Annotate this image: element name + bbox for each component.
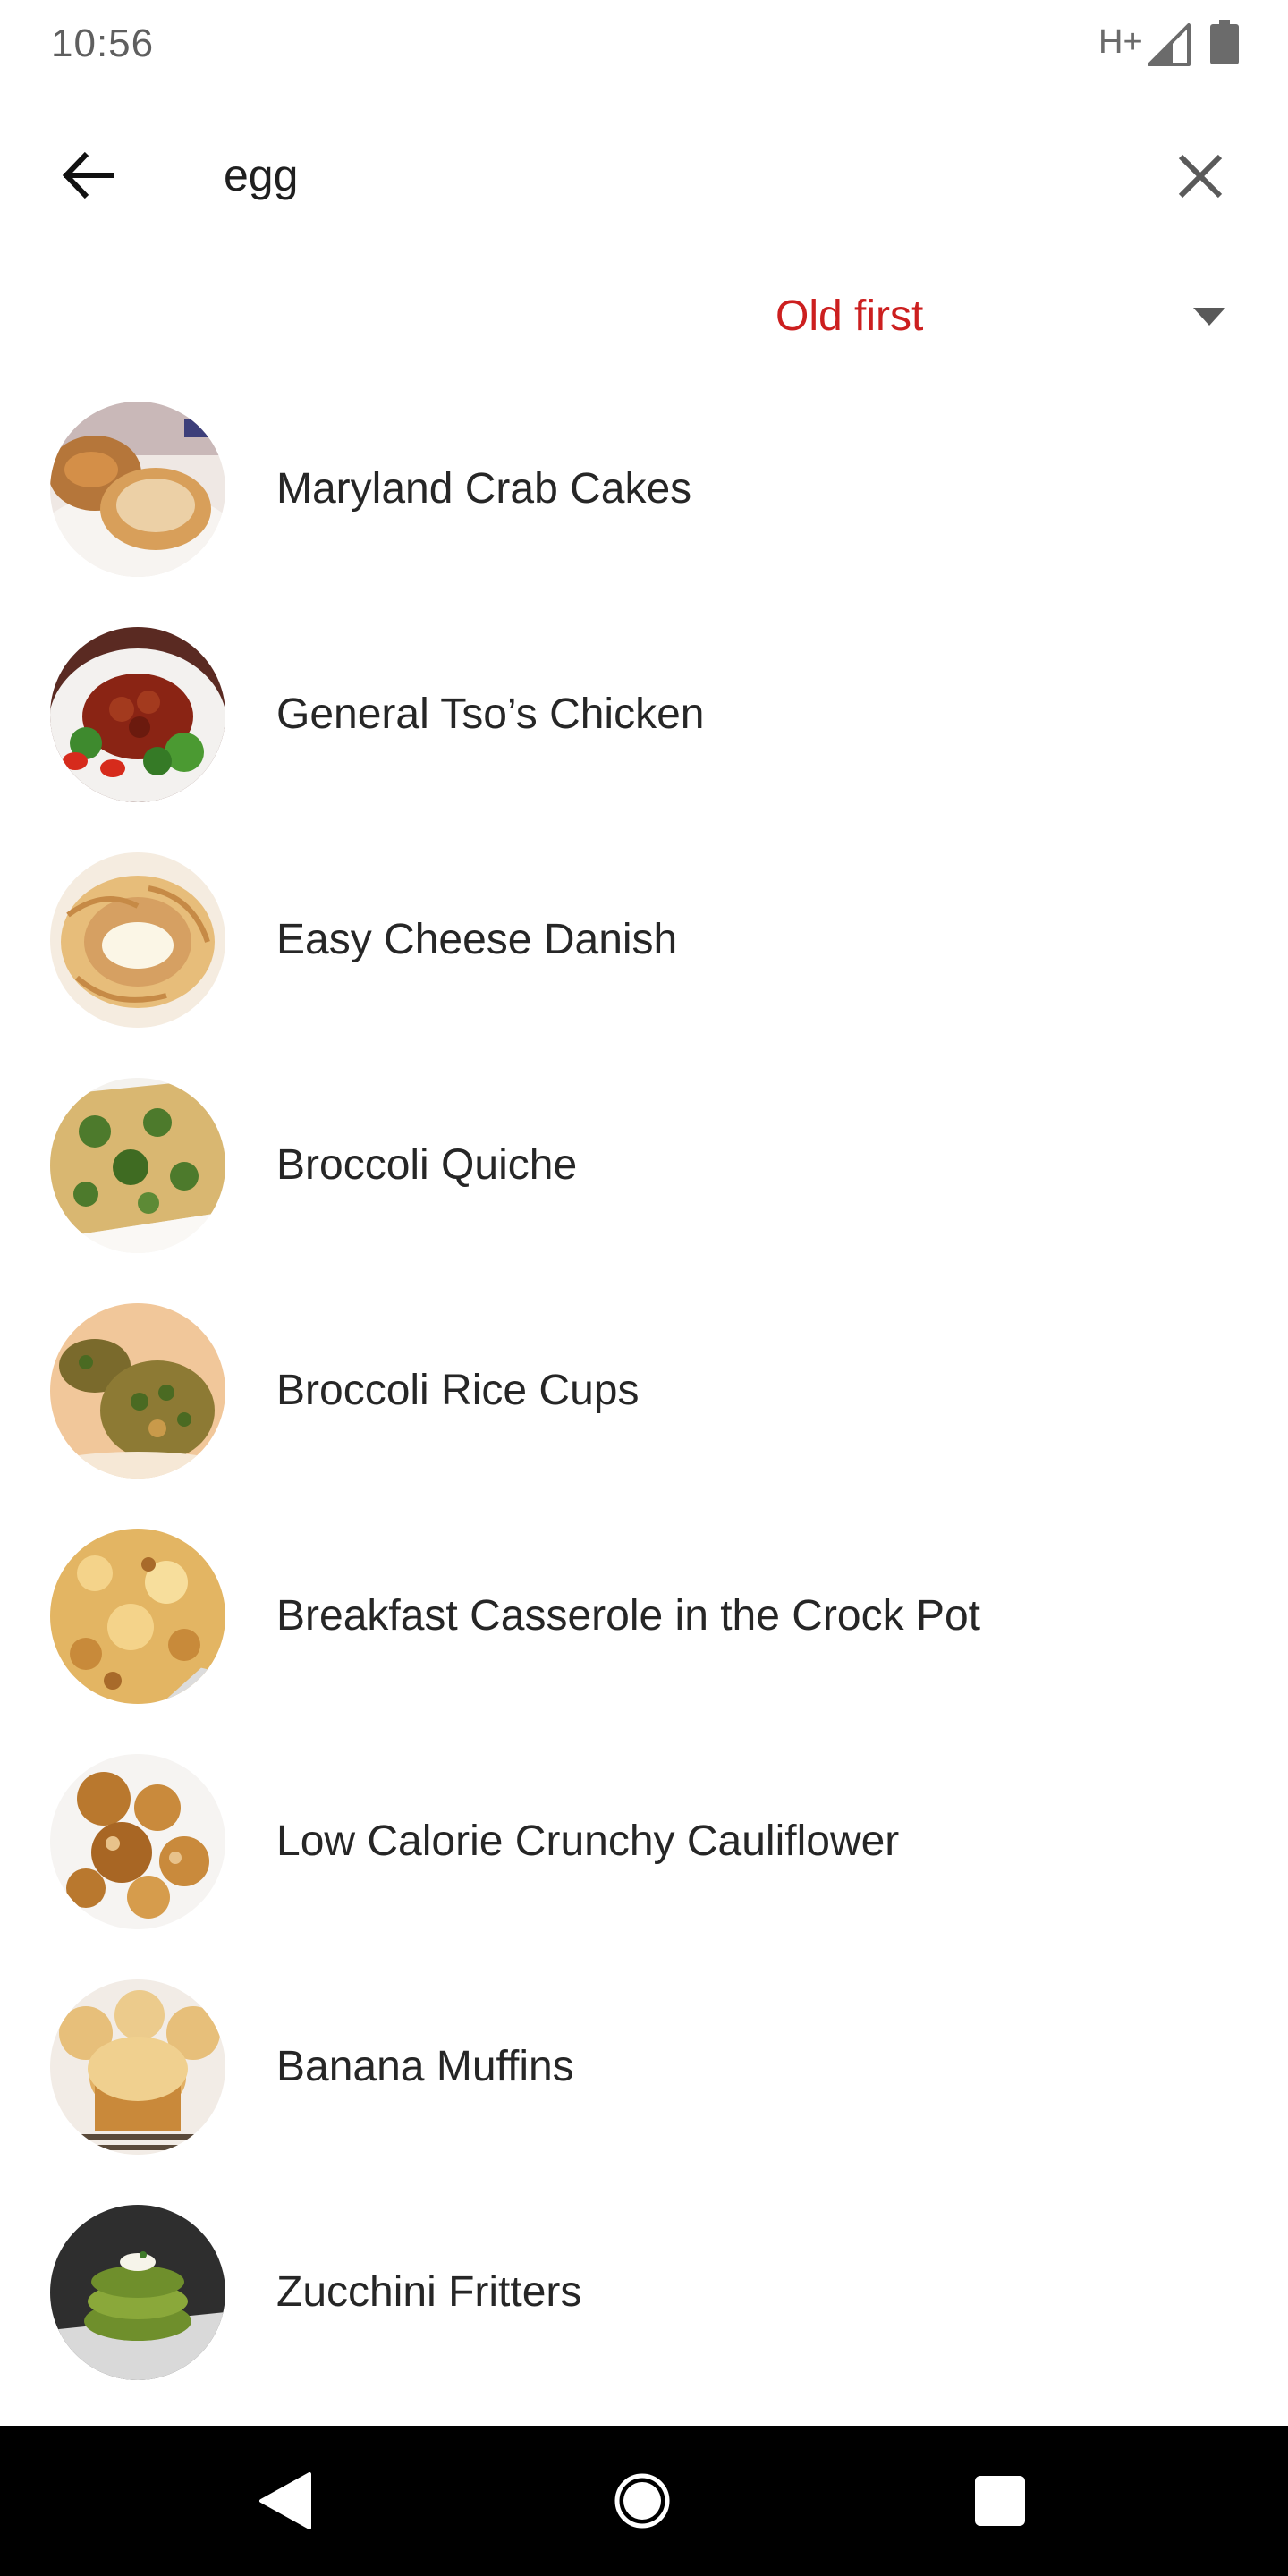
- recipe-thumbnail: [50, 2205, 225, 2380]
- recipe-title: General Tso’s Chicken: [276, 691, 705, 738]
- recipe-title: Low Calorie Crunchy Cauliflower: [276, 1818, 900, 1865]
- recipe-thumbnail: [50, 1529, 225, 1704]
- recipe-list-item[interactable]: General Tso’s Chicken: [0, 606, 1288, 831]
- triangle-down-icon: [1193, 308, 1225, 326]
- recipe-thumbnail: [50, 1303, 225, 1479]
- arrow-left-icon: [62, 151, 114, 199]
- status-bar: 10:56 H+: [0, 0, 1288, 89]
- battery-icon: [1210, 20, 1239, 64]
- status-time: 10:56: [51, 21, 155, 65]
- recipe-thumbnail: [50, 1078, 225, 1253]
- sort-selected-label: Old first: [775, 292, 924, 340]
- search-input[interactable]: [224, 141, 1118, 209]
- recipe-title: Banana Muffins: [276, 2043, 574, 2090]
- recipe-thumbnail: [50, 852, 225, 1028]
- recipe-thumbnail: [50, 1754, 225, 1929]
- cell-signal-icon: [1148, 23, 1191, 66]
- clear-search-button[interactable]: [1163, 139, 1238, 214]
- recipe-thumbnail: [50, 402, 225, 577]
- recipe-thumbnail: [50, 1979, 225, 2155]
- nav-recents-square-icon[interactable]: [975, 2476, 1025, 2526]
- recipe-title: Maryland Crab Cakes: [276, 465, 692, 513]
- screen: 10:56 H+ Old first: [0, 0, 1288, 2576]
- back-button[interactable]: [52, 139, 125, 212]
- search-bar: [0, 89, 1288, 259]
- recipe-list-item[interactable]: Breakfast Casserole in the Crock Pot: [0, 1507, 1288, 1733]
- network-type-label: H+: [1098, 23, 1143, 61]
- recipe-title: Broccoli Rice Cups: [276, 1367, 640, 1414]
- recipe-list-item[interactable]: Broccoli Rice Cups: [0, 1282, 1288, 1507]
- recipe-list-item[interactable]: Easy Cheese Danish: [0, 831, 1288, 1056]
- recipe-title: Breakfast Casserole in the Crock Pot: [276, 1592, 981, 1640]
- recipe-list-item[interactable]: Zucchini Fritters: [0, 2183, 1288, 2409]
- recipe-list-item[interactable]: Broccoli Quiche: [0, 1056, 1288, 1282]
- system-nav-bar: [0, 2426, 1288, 2576]
- recipe-title: Zucchini Fritters: [276, 2268, 582, 2316]
- sort-dropdown[interactable]: Old first: [760, 277, 1243, 358]
- recipe-list-item[interactable]: Low Calorie Crunchy Cauliflower: [0, 1733, 1288, 1958]
- close-icon: [1178, 154, 1223, 199]
- recipe-list-item[interactable]: Maryland Crab Cakes: [0, 380, 1288, 606]
- recipe-list-item[interactable]: Banana Muffins: [0, 1958, 1288, 2183]
- nav-home-circle-icon[interactable]: [614, 2472, 671, 2529]
- recipe-thumbnail: [50, 627, 225, 802]
- nav-back-triangle-icon[interactable]: [258, 2472, 313, 2529]
- recipe-title: Broccoli Quiche: [276, 1141, 578, 1189]
- recipe-list: Maryland Crab Cakes General Tso’s Chicke…: [0, 380, 1288, 2409]
- recipe-title: Easy Cheese Danish: [276, 916, 678, 963]
